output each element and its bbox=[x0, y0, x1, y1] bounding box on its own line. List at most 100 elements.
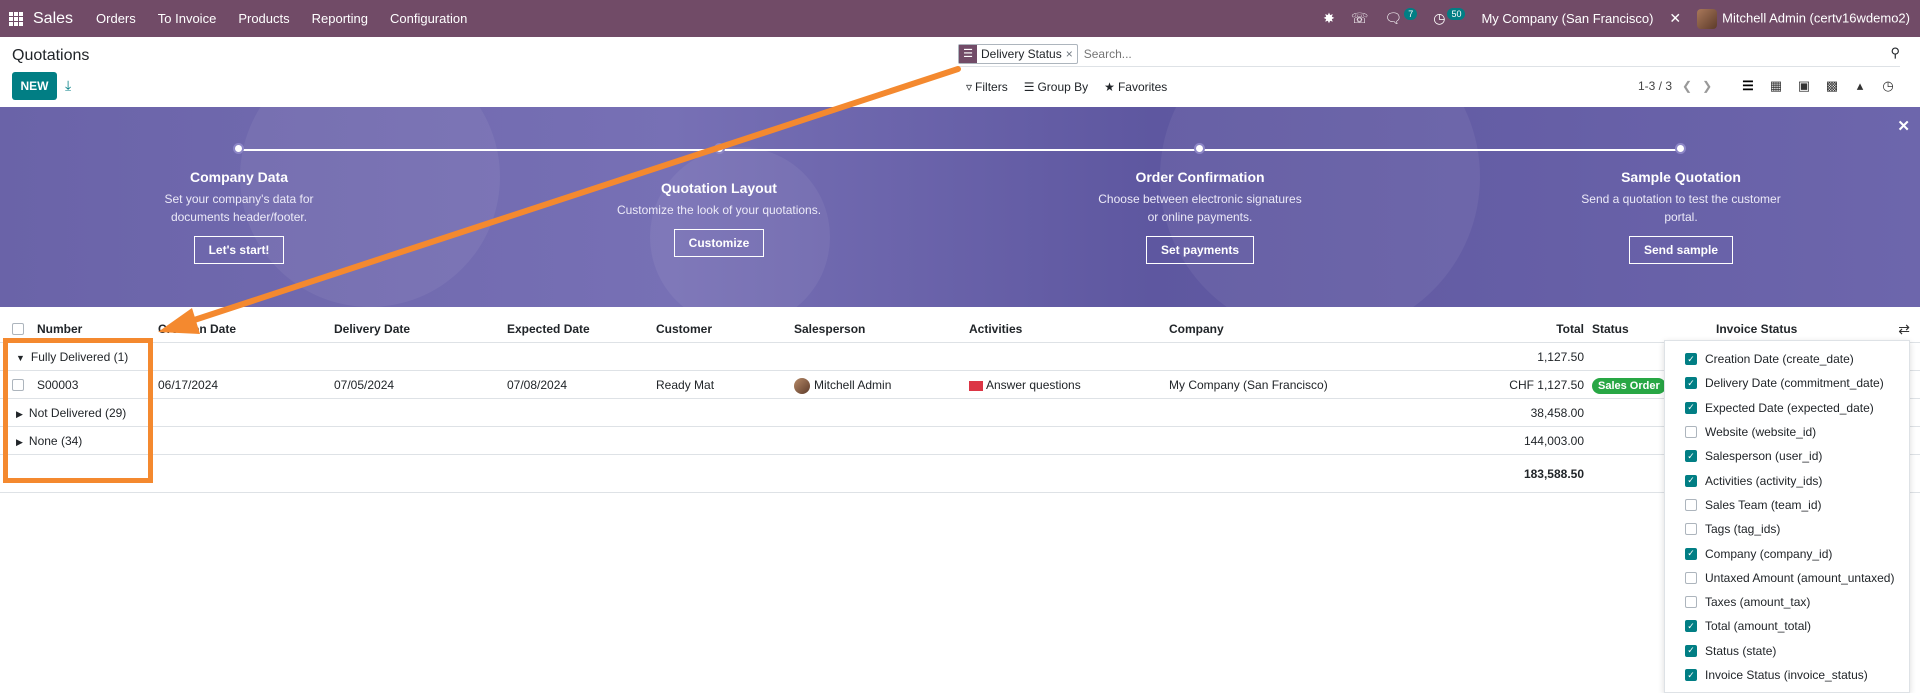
activities-button[interactable]: ◷ 50 bbox=[1433, 7, 1466, 27]
star-icon: ★ bbox=[1104, 80, 1115, 94]
tools-icon[interactable]: ✕ bbox=[1669, 10, 1681, 27]
pivot-view-icon[interactable]: ▩ bbox=[1824, 78, 1840, 94]
optional-column-item[interactable]: ✓ Creation Date (create_date) bbox=[1665, 347, 1909, 371]
step-company-data: Company Data Set your company's data for… bbox=[119, 169, 359, 264]
search-options: ▿ Filters ☰ Group By ★ Favorites bbox=[966, 80, 1167, 94]
checkbox-checked-icon[interactable]: ✓ bbox=[1685, 474, 1697, 487]
header-invoice-status[interactable]: Invoice Status bbox=[1716, 315, 1797, 343]
search-icon[interactable]: ⚲ bbox=[1890, 45, 1900, 61]
group-row[interactable]: ▼ Fully Delivered (1) 1,127.50 bbox=[0, 343, 1920, 371]
optional-column-item[interactable]: ✓ Delivery Date (commitment_date) bbox=[1665, 371, 1909, 395]
checkbox-unchecked-icon[interactable] bbox=[1685, 426, 1697, 439]
messages-button[interactable]: 🗨 7 bbox=[1384, 7, 1418, 27]
step-title: Quotation Layout bbox=[661, 180, 777, 196]
send-sample-button[interactable]: Send sample bbox=[1628, 236, 1734, 264]
step-title: Company Data bbox=[189, 169, 289, 185]
optional-column-item[interactable]: ✓ Status (state) bbox=[1665, 639, 1909, 663]
optional-columns-toggle-icon[interactable]: ⇄ bbox=[1898, 321, 1910, 338]
header-activities[interactable]: Activities bbox=[969, 315, 1022, 343]
company-switcher[interactable]: My Company (San Francisco) bbox=[1481, 11, 1653, 26]
graph-view-icon[interactable]: ▴ bbox=[1852, 78, 1868, 94]
bug-icon[interactable]: ✸ bbox=[1323, 10, 1335, 27]
download-icon[interactable]: ⤓ bbox=[65, 77, 71, 94]
checkbox-checked-icon[interactable]: ✓ bbox=[1685, 547, 1697, 560]
checkbox-checked-icon[interactable]: ✓ bbox=[1685, 353, 1697, 366]
new-button[interactable]: NEW bbox=[12, 72, 57, 100]
optional-column-item[interactable]: ✓ Invoice Status (invoice_status) bbox=[1665, 663, 1909, 687]
optional-column-item[interactable]: Tags (tag_ids) bbox=[1665, 517, 1909, 541]
pager-previous-icon[interactable]: ❮ bbox=[1682, 79, 1692, 93]
optional-column-label: Untaxed Amount (amount_untaxed) bbox=[1705, 570, 1895, 585]
lets-start-button[interactable]: Let's start! bbox=[193, 236, 285, 264]
checkbox-unchecked-icon[interactable] bbox=[1685, 571, 1697, 584]
optional-column-item[interactable]: Website (website_id) bbox=[1665, 420, 1909, 444]
favorites-label: Favorites bbox=[1117, 80, 1168, 94]
pager-next-icon[interactable]: ❯ bbox=[1702, 79, 1712, 93]
optional-column-item[interactable]: Sales Team (team_id) bbox=[1665, 493, 1909, 517]
optional-column-item[interactable]: Untaxed Amount (amount_untaxed) bbox=[1665, 566, 1909, 590]
facet-label: Delivery Status bbox=[981, 46, 1062, 61]
header-total[interactable]: Total bbox=[1484, 315, 1584, 343]
optional-column-item[interactable]: Taxes (amount_tax) bbox=[1665, 590, 1909, 614]
close-icon[interactable]: ✕ bbox=[1897, 117, 1910, 135]
header-expected-date[interactable]: Expected Date bbox=[507, 315, 590, 343]
calendar-view-icon[interactable]: ▣ bbox=[1796, 78, 1812, 94]
step-description: Set your company's data for bbox=[164, 192, 314, 206]
filters-button[interactable]: ▿ Filters bbox=[966, 80, 1008, 94]
kanban-view-icon[interactable]: ▦ bbox=[1768, 78, 1784, 94]
optional-column-item[interactable]: ✓ Activities (activity_ids) bbox=[1665, 468, 1909, 492]
checkbox-checked-icon[interactable]: ✓ bbox=[1685, 669, 1697, 681]
step-title: Order Confirmation bbox=[1135, 169, 1265, 185]
messages-count-badge: 7 bbox=[1404, 7, 1418, 20]
set-payments-button[interactable]: Set payments bbox=[1145, 236, 1255, 264]
checkbox-checked-icon[interactable]: ✓ bbox=[1685, 644, 1697, 657]
menu-orders[interactable]: Orders bbox=[96, 11, 136, 26]
header-delivery-date[interactable]: Delivery Date bbox=[334, 315, 410, 343]
header-creation-date[interactable]: Creation Date bbox=[158, 315, 236, 343]
menu-products[interactable]: Products bbox=[238, 11, 289, 26]
facet-remove-icon[interactable]: × bbox=[1066, 47, 1077, 61]
checkbox-unchecked-icon[interactable] bbox=[1685, 498, 1697, 511]
navbar-systray: ✸ ☏ 🗨 7 ◷ 50 My Company (San Francisco) … bbox=[1323, 0, 1910, 37]
optional-column-label: Salesperson (user_id) bbox=[1705, 449, 1823, 464]
optional-column-item[interactable]: ✓ Expected Date (expected_date) bbox=[1665, 396, 1909, 420]
app-name[interactable]: Sales bbox=[33, 10, 73, 28]
group-total: 1,127.50 bbox=[1537, 350, 1584, 364]
optional-column-item[interactable]: ✓ Company (company_id) bbox=[1665, 541, 1909, 565]
list-view-icon[interactable]: ☰ bbox=[1740, 78, 1756, 94]
header-customer[interactable]: Customer bbox=[656, 315, 712, 343]
menu-reporting[interactable]: Reporting bbox=[312, 11, 368, 26]
optional-column-item[interactable]: ✓ Total (amount_total) bbox=[1665, 614, 1909, 638]
customize-button[interactable]: Customize bbox=[673, 229, 765, 257]
apps-menu-icon[interactable] bbox=[9, 11, 23, 26]
user-menu[interactable]: Mitchell Admin (certv16wdemo2) bbox=[1697, 8, 1910, 29]
step-description: portal. bbox=[1664, 210, 1698, 224]
favorites-button[interactable]: ★ Favorites bbox=[1104, 80, 1167, 94]
header-status[interactable]: Status bbox=[1592, 315, 1629, 343]
checkbox-checked-icon[interactable]: ✓ bbox=[1685, 377, 1697, 390]
checkbox-unchecked-icon[interactable] bbox=[1685, 596, 1697, 609]
menu-to-invoice[interactable]: To Invoice bbox=[158, 11, 217, 26]
activity-view-icon[interactable]: ◷ bbox=[1880, 78, 1896, 94]
optional-column-item[interactable]: ✓ Salesperson (user_id) bbox=[1665, 444, 1909, 468]
checkbox-unchecked-icon[interactable] bbox=[1685, 523, 1697, 536]
groupby-button[interactable]: ☰ Group By bbox=[1024, 80, 1088, 94]
checkbox-checked-icon[interactable]: ✓ bbox=[1685, 450, 1697, 463]
header-salesperson[interactable]: Salesperson bbox=[794, 315, 865, 343]
menu-configuration[interactable]: Configuration bbox=[390, 11, 467, 26]
group-row[interactable]: ▶ None (34) 144,003.00 bbox=[0, 427, 1920, 455]
phone-icon[interactable]: ☏ bbox=[1351, 10, 1369, 27]
group-row[interactable]: ▶ Not Delivered (29) 38,458.00 bbox=[0, 399, 1920, 427]
checkbox-checked-icon[interactable]: ✓ bbox=[1685, 620, 1697, 633]
optional-column-label: Invoice Status (invoice_status) bbox=[1705, 668, 1868, 682]
record-activity[interactable]: Answer questions bbox=[969, 371, 1081, 399]
table-header: Number Creation Date Delivery Date Expec… bbox=[0, 315, 1920, 343]
search-input[interactable] bbox=[1083, 46, 1900, 61]
pager-value[interactable]: 1-3 / 3 bbox=[1638, 79, 1672, 93]
table-row[interactable]: S00003 06/17/2024 07/05/2024 07/08/2024 … bbox=[0, 371, 1920, 399]
checkbox-checked-icon[interactable]: ✓ bbox=[1685, 401, 1697, 414]
header-company[interactable]: Company bbox=[1169, 315, 1224, 343]
select-all-checkbox[interactable] bbox=[12, 323, 24, 335]
view-switcher: ☰ ▦ ▣ ▩ ▴ ◷ bbox=[1740, 78, 1896, 94]
top-navbar: Sales Orders To Invoice Products Reporti… bbox=[0, 0, 1920, 37]
